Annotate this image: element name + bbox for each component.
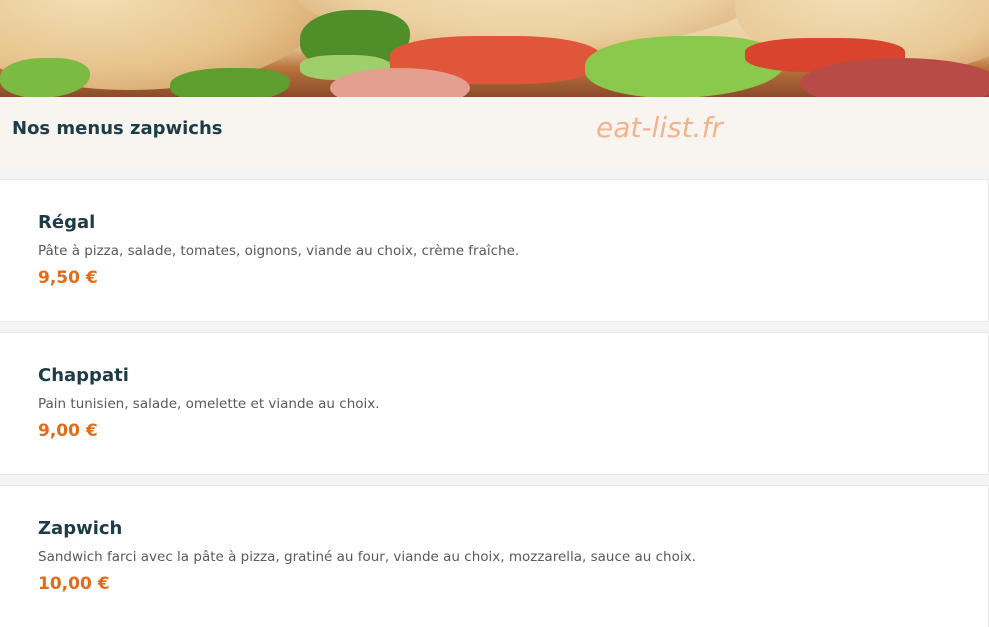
page-title: Nos menus zapwichs: [12, 118, 223, 139]
menu-item-name: Chappati: [38, 365, 129, 386]
sandwich-banner-image: [0, 0, 989, 97]
section-header: Nos menus zapwichs eat-list.fr: [0, 97, 989, 167]
site-watermark: eat-list.fr: [596, 111, 723, 144]
menu-item-name: Régal: [38, 212, 96, 233]
menu-item-card[interactable]: Zapwich Sandwich farci avec la pâte à pi…: [0, 485, 989, 627]
menu-item-description: Sandwich farci avec la pâte à pizza, gra…: [38, 549, 696, 565]
menu-item-card[interactable]: Régal Pâte à pizza, salade, tomates, oig…: [0, 179, 989, 322]
menu-item-price: 9,50 €: [38, 268, 98, 288]
menu-item-description: Pain tunisien, salade, omelette et viand…: [38, 396, 380, 412]
lettuce-shape: [170, 68, 290, 97]
menu-item-price: 10,00 €: [38, 574, 110, 594]
menu-item-price: 9,00 €: [38, 421, 98, 441]
menu-item-name: Zapwich: [38, 518, 123, 539]
lettuce-shape: [0, 58, 90, 97]
menu-item-description: Pâte à pizza, salade, tomates, oignons, …: [38, 243, 520, 259]
menu-item-card[interactable]: Chappati Pain tunisien, salade, omelette…: [0, 332, 989, 475]
